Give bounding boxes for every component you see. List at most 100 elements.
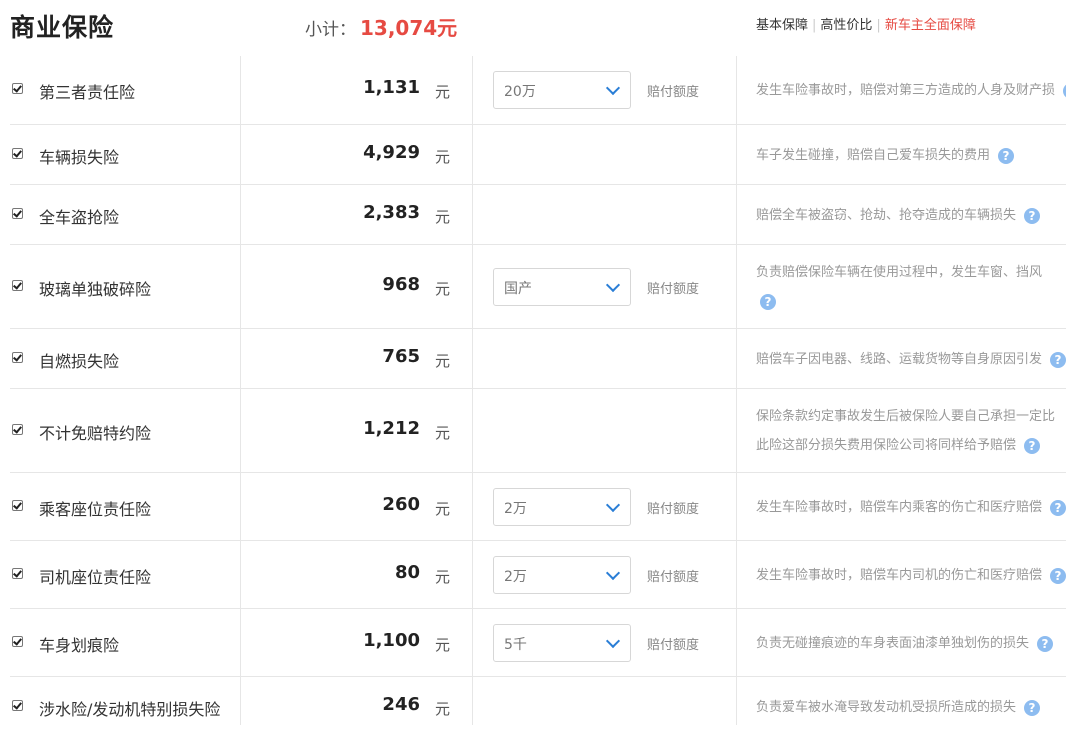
price-unit: 元 [435,500,451,518]
insurance-description: 负责爱车被水淹导致发动机受损所造成的损失? [756,693,1066,722]
insurance-name: 玻璃单独破碎险 [39,280,152,299]
row-checkbox[interactable] [12,280,23,291]
help-icon[interactable]: ? [1024,699,1041,716]
premium-price: 4,929 [363,142,420,163]
price-unit: 元 [435,148,451,166]
description-line: ? [756,287,1066,316]
help-icon[interactable]: ? [1037,635,1054,652]
insurance-description: 发生车险事故时，赔偿车内乘客的伤亡和医疗赔偿? [756,493,1066,522]
description-text: 发生车险事故时，赔偿对第三方造成的人身及财产损 [756,83,1056,98]
row-checkbox[interactable] [12,208,23,219]
table-row: 自燃损失险 765 元 赔偿车子因电器、线路、运载货物等自身原因引发? [10,328,1066,389]
coverage-limit-label: 赔付额度 [647,502,700,517]
price-unit: 元 [435,280,451,298]
description-text: 赔偿车子因电器、线路、运载货物等自身原因引发 [756,352,1043,367]
coverage-select-value: 5千 [504,637,527,653]
coverage-select[interactable]: 2万 [493,488,631,526]
coverage-select[interactable]: 5千 [493,624,631,662]
help-icon[interactable]: ? [1050,567,1066,584]
insurance-name: 自燃损失险 [39,352,120,371]
insurance-description: 发生车险事故时，赔偿车内司机的伤亡和医疗赔偿? [756,561,1066,590]
table-row: 玻璃单独破碎险 968 元 国产 赔付额度 负责赔偿保险车辆在使用过程中，发生车窗、挡风? [10,244,1066,329]
preset-value-link[interactable]: 高性价比 [820,18,872,33]
table-row: 不计免赔特约险 1,212 元 保险条款约定事故发生后被保险人要自己承担一定比 此险这部… [10,388,1066,473]
help-icon[interactable]: ? [760,293,776,310]
row-checkbox[interactable] [12,424,23,435]
preset-basic-link[interactable]: 基本保障 [756,18,808,33]
price-unit: 元 [435,83,451,101]
table-row: 车身划痕险 1,100 元 5千 赔付额度 负责无碰撞痕迹的车身表面油漆单独划伤的损失? [10,608,1066,677]
help-icon[interactable]: ? [1024,437,1041,454]
coverage-select[interactable]: 国产 [493,268,631,306]
coverage-select-value: 2万 [504,501,527,517]
insurance-description: 赔偿车子因电器、线路、运载货物等自身原因引发? [756,345,1066,374]
row-checkbox[interactable] [12,500,23,511]
table-row: 车辆损失险 4,929 元 车子发生碰撞，赔偿自己爱车损失的费用? [10,124,1066,185]
page-title: 商业保险 [10,13,115,42]
separator: | [876,18,881,33]
price-unit: 元 [435,636,451,654]
description-text: 发生车险事故时，赔偿车内司机的伤亡和医疗赔偿 [756,568,1043,583]
insurance-name: 车身划痕险 [39,636,120,655]
separator: | [812,18,817,33]
coverage-select-value: 国产 [504,281,532,297]
coverage-select[interactable]: 20万 [493,71,631,109]
description-text: 负责爱车被水淹导致发动机受损所造成的损失 [756,700,1017,715]
description-line: 发生车险事故时，赔偿车内司机的伤亡和医疗赔偿? [756,561,1066,590]
description-line: 发生车险事故时，赔偿车内乘客的伤亡和医疗赔偿? [756,493,1066,522]
row-checkbox[interactable] [12,148,23,159]
coverage-limit-label: 赔付额度 [647,282,700,297]
price-unit: 元 [435,352,451,370]
coverage-select-value: 20万 [504,84,536,100]
premium-price: 1,212 [363,418,420,439]
insurance-description: 赔偿全车被盗窃、抢劫、抢夺造成的车辆损失? [756,201,1066,230]
premium-price: 2,383 [363,202,420,223]
row-checkbox[interactable] [12,700,23,711]
insurance-description: 保险条款约定事故发生后被保险人要自己承担一定比 此险这部分损失费用保险公司将同样给… [756,402,1066,460]
insurance-description: 负责赔偿保险车辆在使用过程中，发生车窗、挡风? [756,258,1066,316]
price-unit: 元 [435,568,451,586]
description-line: 赔偿车子因电器、线路、运载货物等自身原因引发? [756,345,1066,374]
coverage-select-value: 2万 [504,569,527,585]
chevron-down-icon [605,277,621,293]
row-checkbox[interactable] [12,568,23,579]
help-icon[interactable]: ? [1050,351,1066,368]
chevron-down-icon [605,565,621,581]
description-line: 负责爱车被水淹导致发动机受损所造成的损失? [756,693,1066,722]
premium-price: 1,131 [363,77,420,98]
insurance-name: 乘客座位责任险 [39,500,152,519]
description-line: 负责无碰撞痕迹的车身表面油漆单独划伤的损失? [756,629,1066,658]
subtotal-label: 小计： [305,20,356,40]
row-checkbox[interactable] [12,352,23,363]
description-line: 保险条款约定事故发生后被保险人要自己承担一定比 [756,402,1066,431]
description-line: 发生车险事故时，赔偿对第三方造成的人身及财产损? [756,76,1066,105]
description-text: 负责赔偿保险车辆在使用过程中，发生车窗、挡风 [756,265,1043,280]
table-row: 司机座位责任险 80 元 2万 赔付额度 发生车险事故时，赔偿车内司机的伤亡和医疗赔偿? [10,540,1066,609]
premium-price: 1,100 [363,630,420,651]
chevron-down-icon [605,633,621,649]
description-text: 车子发生碰撞，赔偿自己爱车损失的费用 [756,148,991,163]
row-checkbox[interactable] [12,636,23,647]
price-unit: 元 [435,208,451,226]
chevron-down-icon [605,80,621,96]
preset-full-link[interactable]: 新车主全面保障 [885,18,976,33]
insurance-name: 全车盗抢险 [39,208,120,227]
description-line: 赔偿全车被盗窃、抢劫、抢夺造成的车辆损失? [756,201,1066,230]
insurance-name: 车辆损失险 [39,148,120,167]
premium-price: 80 [394,562,420,583]
premium-price: 260 [382,494,420,515]
price-unit: 元 [435,424,451,442]
insurance-description: 车子发生碰撞，赔偿自己爱车损失的费用? [756,141,1066,170]
description-text: 赔偿全车被盗窃、抢劫、抢夺造成的车辆损失 [756,208,1017,223]
description-line: 此险这部分损失费用保险公司将同样给予赔偿? [756,431,1066,460]
help-icon[interactable]: ? [998,147,1015,164]
row-checkbox[interactable] [12,83,23,94]
subtotal: 小计： 13,074元 [305,12,457,41]
insurance-name: 司机座位责任险 [39,568,152,587]
help-icon[interactable]: ? [1050,499,1066,516]
help-icon[interactable]: ? [1024,207,1041,224]
coverage-select[interactable]: 2万 [493,556,631,594]
premium-price: 246 [382,694,420,715]
coverage-limit-label: 赔付额度 [647,638,700,653]
insurance-description: 负责无碰撞痕迹的车身表面油漆单独划伤的损失? [756,629,1066,658]
